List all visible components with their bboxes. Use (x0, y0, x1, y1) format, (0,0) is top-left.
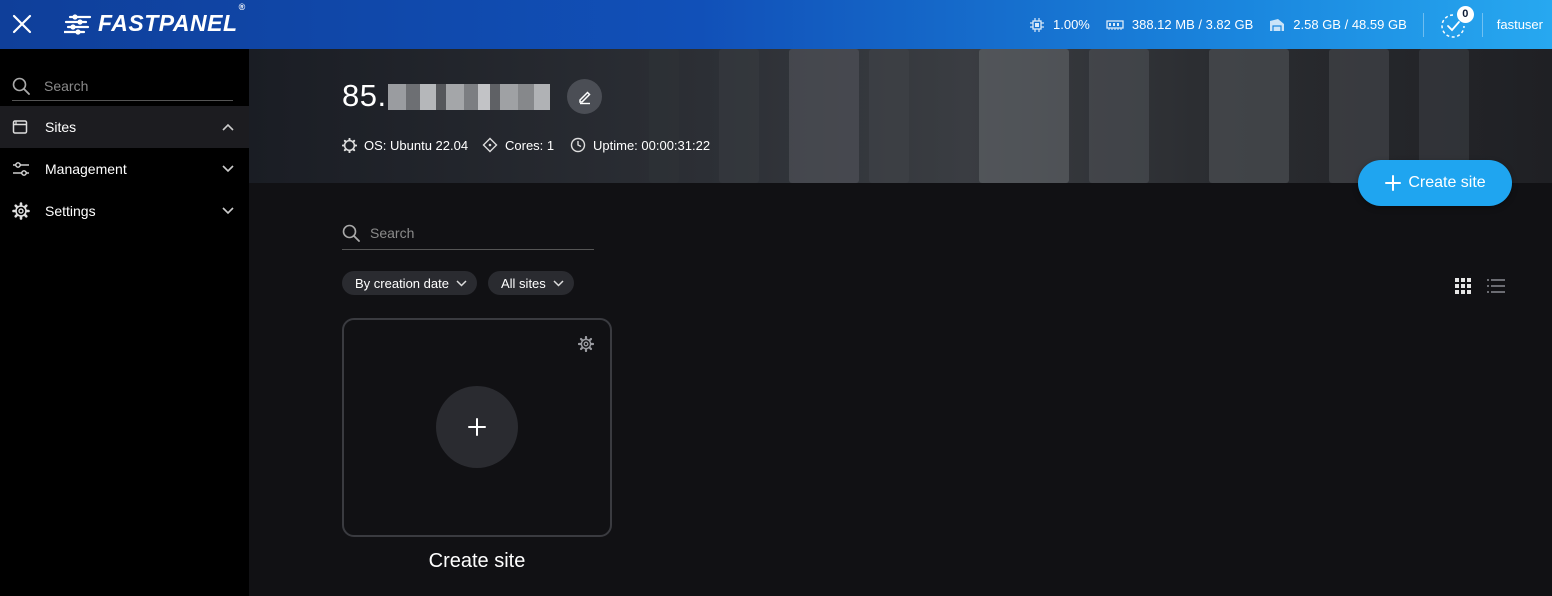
chevron-down-icon (456, 279, 467, 287)
search-icon (342, 224, 360, 242)
edit-server-name-button[interactable] (567, 79, 602, 114)
tasks-badge: 0 (1456, 5, 1474, 23)
sort-label: By creation date (355, 275, 449, 291)
ram-icon (1106, 19, 1124, 30)
close-icon (12, 14, 32, 34)
sidebar-item-label: Settings (45, 203, 96, 219)
fastpanel-logo[interactable]: FASTPANEL® (64, 2, 246, 37)
divider (1422, 12, 1424, 37)
uptime-text: Uptime: 00:00:31:22 (593, 137, 711, 153)
chevron-down-icon (222, 207, 234, 215)
server-hero-banner (249, 49, 1552, 183)
filter-label: All sites (501, 275, 546, 291)
create-site-button[interactable]: Create site (1358, 160, 1512, 206)
filter-dropdown[interactable]: All sites (488, 271, 574, 295)
cores-diamond-icon (482, 137, 498, 153)
os-gear-icon (342, 137, 357, 153)
sidebar-search (12, 71, 233, 101)
logo-sliders-icon (64, 13, 92, 35)
disk-stat: 2.58 GB / 48.59 GB (1269, 17, 1407, 32)
sidebar-item-settings[interactable]: Settings (0, 190, 249, 232)
list-view-toggle[interactable] (1487, 278, 1505, 299)
logo-text: FASTPANEL® (98, 2, 246, 36)
resource-stats: 1.00% 388.12 MB / 3.82 GB 2.58 GB / 48.5… (1029, 0, 1552, 49)
sidebar-item-sites[interactable]: Sites (0, 106, 249, 148)
create-site-card[interactable] (342, 318, 612, 537)
uptime-info: Uptime: 00:00:31:22 (570, 137, 710, 153)
plus-icon (468, 418, 486, 436)
os-text: OS: Ubuntu 22.04 (364, 137, 469, 153)
disk-icon (1270, 18, 1285, 31)
memory-stat: 388.12 MB / 3.82 GB (1106, 17, 1253, 32)
top-bar: FASTPANEL® 1.00% 388.12 MB / 3.82 GB 2.5… (0, 0, 1552, 49)
sites-search-input[interactable] (370, 224, 580, 241)
gear-icon (577, 335, 595, 353)
cpu-icon (1030, 17, 1044, 32)
disk-value: 2.58 GB / 48.59 GB (1293, 17, 1407, 32)
divider (1481, 12, 1483, 37)
cpu-stat: 1.00% (1029, 17, 1090, 33)
grid-icon (1455, 278, 1471, 294)
cores-text: Cores: 1 (505, 137, 555, 153)
chevron-down-icon (222, 165, 234, 173)
user-menu[interactable]: fastuser (1497, 17, 1543, 32)
create-site-label: Create site (1408, 174, 1486, 191)
sites-search (342, 216, 594, 250)
browser-window-icon (12, 120, 28, 134)
server-title: 85. (342, 78, 387, 113)
sidebar-item-label: Sites (45, 119, 77, 135)
chevron-down-icon (553, 279, 564, 287)
sliders-icon (13, 162, 29, 176)
add-site-circle[interactable] (436, 386, 518, 468)
clock-icon (570, 137, 586, 153)
create-site-card-label: Create site (428, 550, 526, 572)
sort-dropdown[interactable]: By creation date (342, 271, 477, 295)
search-icon (12, 77, 30, 95)
grid-view-toggle[interactable] (1455, 278, 1472, 299)
sidebar-item-management[interactable]: Management (0, 148, 249, 190)
gear-icon (12, 202, 30, 220)
redacted-ip-mask (388, 84, 550, 110)
sidebar: Sites Management Settings (0, 49, 249, 596)
list-icon (1487, 279, 1505, 293)
sidebar-item-label: Management (45, 161, 127, 177)
memory-value: 388.12 MB / 3.82 GB (1131, 17, 1254, 32)
plus-icon (1385, 175, 1402, 191)
tasks-button[interactable]: 0 (1438, 5, 1474, 40)
os-info: OS: Ubuntu 22.04 (342, 137, 468, 153)
pencil-icon (578, 90, 591, 104)
close-menu-button[interactable] (10, 12, 34, 36)
cores-info: Cores: 1 (482, 137, 554, 153)
card-settings-button[interactable] (577, 335, 595, 357)
sidebar-search-input[interactable] (44, 77, 214, 94)
cpu-value: 1.00% (1053, 17, 1090, 32)
chevron-up-icon (222, 123, 234, 131)
